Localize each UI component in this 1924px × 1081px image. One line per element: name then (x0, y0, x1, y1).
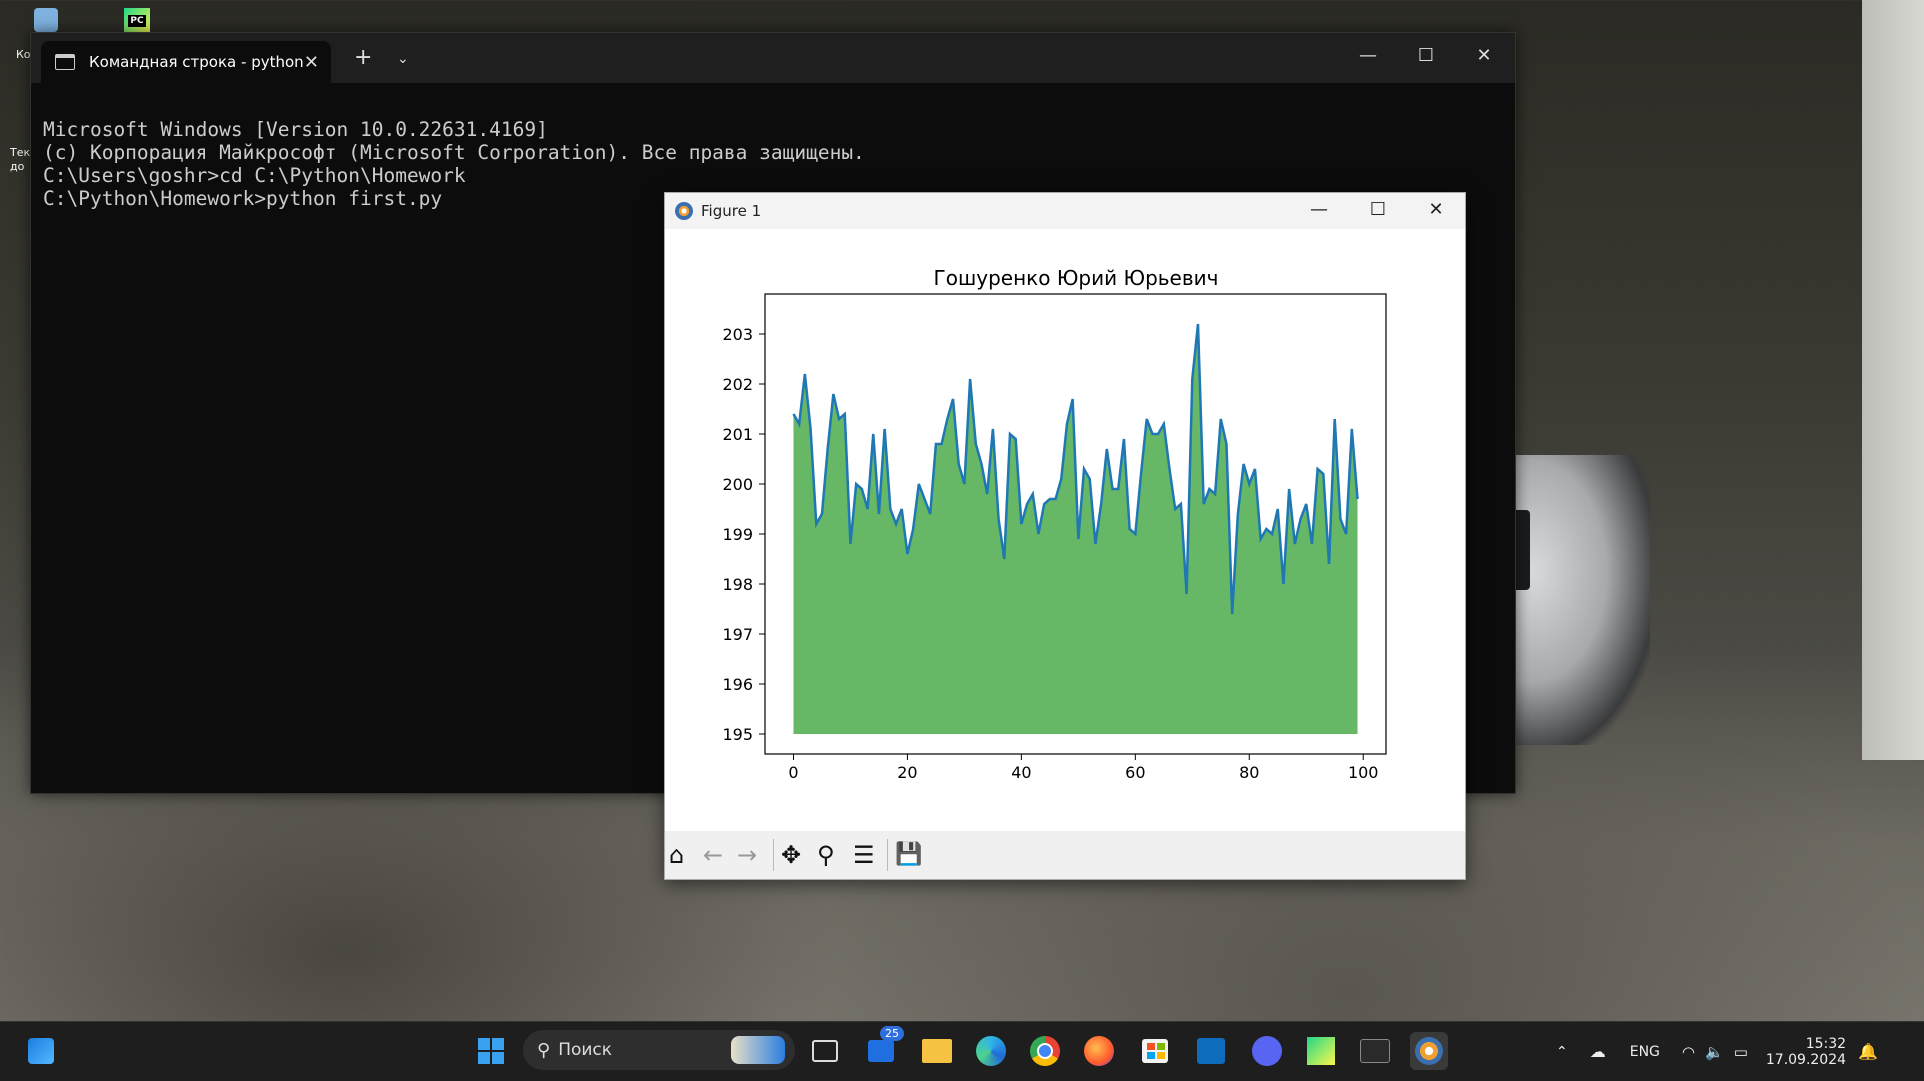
close-tab-icon[interactable]: ✕ (304, 52, 319, 73)
clock-date: 17.09.2024 (1765, 1051, 1847, 1068)
taskbar: ⚲ Поиск 25 ⌃ ☁ ENG ◠ 🔈 ▭ 15:32 17.09.202… (0, 1021, 1924, 1081)
file-explorer-icon[interactable] (918, 1032, 956, 1070)
new-tab-button[interactable]: + (354, 45, 372, 70)
x-tick-label: 60 (1125, 763, 1145, 782)
widgets-icon[interactable] (22, 1032, 60, 1070)
y-tick-label: 203 (722, 325, 753, 344)
y-tick-label: 197 (722, 625, 753, 644)
task-view-icon[interactable] (806, 1032, 844, 1070)
search-icon: ⚲ (537, 1039, 551, 1061)
toolbar-divider (773, 839, 774, 871)
firefox-icon[interactable] (1080, 1032, 1118, 1070)
notification-badge: 25 (880, 1026, 904, 1041)
matplotlib-icon (675, 202, 693, 220)
volume-icon[interactable]: 🔈 (1705, 1043, 1724, 1061)
search-input[interactable]: ⚲ Поиск (523, 1030, 795, 1070)
y-tick-label: 200 (722, 475, 753, 494)
close-button[interactable]: ✕ (1421, 199, 1451, 220)
chart-svg[interactable]: Гошуренко Юрий Юрьевич 0 20 40 60 80 100 1951… (665, 229, 1465, 821)
x-tick-label: 40 (1011, 763, 1031, 782)
language-indicator[interactable]: ENG (1630, 1044, 1660, 1060)
chrome-icon[interactable] (1026, 1032, 1064, 1070)
figure-toolbar[interactable]: ⌂ ← → ✥ ⚲ ☰ 💾 (665, 831, 1465, 879)
matplotlib-app-icon[interactable] (1410, 1032, 1448, 1070)
figure-title: Figure 1 (701, 202, 762, 220)
maximize-button[interactable]: ☐ (1411, 45, 1441, 66)
terminal-tab-title: Командная строка - python (89, 53, 304, 71)
x-tick-label: 100 (1348, 763, 1379, 782)
chevron-up-icon[interactable]: ⌃ (1556, 1044, 1568, 1060)
figure-titlebar[interactable]: Figure 1 — ☐ ✕ (665, 193, 1465, 229)
background-wall (1862, 0, 1924, 760)
x-tick-label: 0 (788, 763, 798, 782)
pycharm-desktop-icon[interactable]: PC (124, 8, 150, 34)
plot-area[interactable]: Гошуренко Юрий Юрьевич 0 20 40 60 80 100 195 1… (665, 229, 1465, 821)
desktop-icon-label[interactable]: Ко (16, 48, 31, 61)
toolbar-divider (887, 839, 888, 871)
close-button[interactable]: ✕ (1469, 45, 1499, 66)
search-highlight-icon (731, 1036, 785, 1064)
onedrive-icon[interactable]: ☁ (1590, 1042, 1606, 1061)
mail-app-icon[interactable]: 25 (862, 1026, 904, 1070)
y-tick-label: 198 (722, 575, 753, 594)
chevron-down-icon[interactable]: ⌄ (397, 51, 409, 67)
chart-title: Гошуренко Юрий Юрьевич (934, 266, 1219, 290)
minimize-button[interactable]: — (1304, 199, 1334, 220)
minimize-button[interactable]: — (1353, 45, 1383, 66)
terminal-titlebar[interactable]: Командная строка - python ✕ + ⌄ — ☐ ✕ (31, 33, 1515, 83)
y-tick-label: 201 (722, 425, 753, 444)
home-icon[interactable]: ⌂ (669, 841, 684, 869)
battery-icon[interactable]: ▭ (1734, 1043, 1748, 1061)
pycharm-badge-text: PC (128, 15, 146, 27)
save-icon[interactable]: 💾 (895, 841, 922, 869)
discord-icon[interactable] (1248, 1032, 1286, 1070)
figure-window[interactable]: Figure 1 — ☐ ✕ Гошуренко Юрий Юрьевич 0 2… (664, 192, 1466, 880)
store-icon[interactable] (1136, 1032, 1174, 1070)
terminal-icon (55, 54, 75, 70)
maximize-button[interactable]: ☐ (1363, 199, 1393, 220)
wifi-icon[interactable]: ◠ (1682, 1043, 1695, 1061)
system-tray: ⌃ ☁ ENG ◠ 🔈 ▭ 15:32 17.09.2024 🔔 (1556, 1022, 1878, 1081)
y-tick-label: 202 (722, 375, 753, 394)
terminal-line: (c) Корпорация Майкрософт (Microsoft Cor… (43, 141, 865, 164)
x-tick-label: 20 (897, 763, 917, 782)
terminal-line: Microsoft Windows [Version 10.0.22631.41… (43, 118, 548, 141)
forward-icon[interactable]: → (737, 841, 757, 869)
search-label: Поиск (558, 1040, 613, 1060)
back-icon[interactable]: ← (703, 841, 723, 869)
notification-bell-icon[interactable]: 🔔 (1858, 1042, 1878, 1061)
edge-icon[interactable] (972, 1032, 1010, 1070)
clock[interactable]: 15:32 17.09.2024 (1766, 1036, 1846, 1068)
configure-subplots-icon[interactable]: ☰ (853, 841, 875, 869)
pycharm-icon[interactable] (1302, 1032, 1340, 1070)
terminal-line: C:\Users\goshr>cd C:\Python\Homework (43, 164, 466, 187)
zoom-icon[interactable]: ⚲ (817, 841, 835, 869)
pan-icon[interactable]: ✥ (781, 841, 801, 869)
desktop-icon-label[interactable]: Тек до (10, 146, 32, 174)
y-tick-label: 199 (722, 525, 753, 544)
y-tick-label: 196 (722, 675, 753, 694)
y-tick-label: 195 (722, 725, 753, 744)
start-icon[interactable] (472, 1032, 510, 1070)
terminal-tab[interactable]: Командная строка - python ✕ (41, 41, 331, 83)
y-axis: 195 196 197 198 199 200 201 202 203 (722, 325, 765, 744)
x-tick-label: 80 (1239, 763, 1259, 782)
x-axis: 0 20 40 60 80 100 (788, 754, 1378, 782)
terminal-app-icon[interactable] (1356, 1032, 1394, 1070)
recycle-bin-icon[interactable] (34, 8, 58, 32)
clock-time: 15:32 (1805, 1035, 1847, 1052)
outlook-icon[interactable] (1192, 1032, 1230, 1070)
